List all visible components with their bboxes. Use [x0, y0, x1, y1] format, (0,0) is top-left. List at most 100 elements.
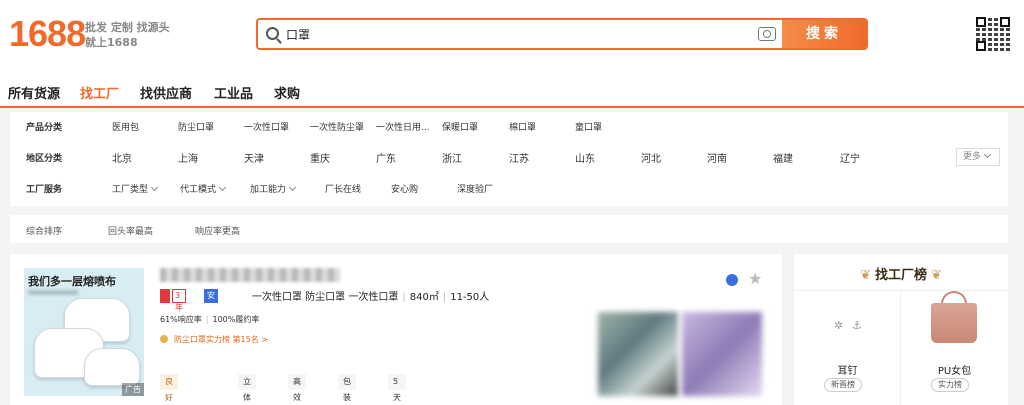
slogan: 批发 定制 找源头 就上1688 — [85, 20, 170, 50]
earring-image: ⚓ — [852, 319, 862, 332]
factory-ranking-panel: ❦ 找工厂榜 ❦ ✲ ⚓ 耳钉 新晋榜 PU女包 实力榜 — [794, 254, 1008, 405]
filter-row-category: 产品分类 医用包 防尘口罩 一次性口罩 一次性防尘罩 一次性日用... 保暖口罩… — [10, 112, 1008, 142]
factory-card[interactable]: 我们多一层熔喷布 广告 3年 安心购 一次性口罩 防尘口罩 一次性口罩 | 840㎡… — [10, 254, 782, 405]
header: 1688 批发 定制 找源头 就上1688 搜索 — [0, 0, 1024, 68]
main-product-tags: 一次性口罩 防尘口罩 一次性口罩 — [252, 292, 399, 303]
feature-chip: 高效防护 — [288, 374, 306, 402]
mask-image — [84, 348, 140, 386]
product-image[interactable]: 我们多一层熔喷布 广告 — [24, 268, 144, 396]
main-products: 一次性口罩 防尘口罩 一次性口罩 | 840㎡ | 11-50人 — [252, 292, 490, 303]
ranking-item-tag: 实力榜 — [931, 378, 969, 392]
feature-chip: 5天打样 — [388, 374, 406, 402]
product-thumbnail[interactable] — [682, 312, 762, 396]
category-item[interactable]: 棉口罩 — [509, 120, 536, 133]
product-image-caption: 我们多一层熔喷布 — [28, 275, 116, 288]
ranking-item[interactable]: ✲ ⚓ 耳钉 新晋榜 — [794, 290, 901, 405]
product-thumbnail[interactable] — [598, 312, 678, 396]
category-item[interactable]: 一次性日用... — [376, 120, 430, 133]
chevron-down-icon — [218, 183, 227, 192]
category-item[interactable]: 童口罩 — [575, 120, 602, 133]
sort-response[interactable]: 响应率更高 — [195, 224, 240, 237]
tab-find-supplier[interactable]: 找供应商 — [140, 83, 192, 102]
tab-purchase-request[interactable]: 求购 — [274, 83, 300, 102]
tab-find-factory[interactable]: 找工厂 — [80, 83, 119, 102]
region-item[interactable]: 天津 — [244, 150, 264, 165]
feature-chip: 包装吸塑 — [338, 374, 356, 402]
more-regions-button[interactable]: 更多 — [956, 148, 1000, 166]
filter-label-service: 工厂服务 — [26, 185, 63, 195]
search-icon — [266, 27, 279, 40]
factory-area: 840㎡ — [409, 292, 439, 303]
bag-image — [931, 303, 977, 343]
slogan-line-1: 批发 定制 找源头 — [85, 21, 170, 34]
laurel-icon: ❦ — [931, 268, 942, 283]
service-option[interactable]: 安心购 — [391, 182, 418, 195]
service-label: 工厂类型 — [112, 185, 149, 195]
region-item[interactable]: 河北 — [641, 150, 661, 165]
sort-default[interactable]: 综合排序 — [26, 224, 62, 237]
category-item[interactable]: 保暖口罩 — [442, 120, 478, 133]
main-nav: 所有货源 找工厂 找供应商 工业品 求购 — [0, 68, 1024, 108]
region-item[interactable]: 浙江 — [442, 150, 462, 165]
region-item[interactable]: 上海 — [178, 150, 198, 165]
fulfill-rate: 100%履约率 — [212, 315, 260, 324]
service-dropdown[interactable]: 代工模式 — [180, 182, 227, 195]
ranking-item-name: 耳钉 — [837, 366, 858, 377]
qr-corner — [976, 17, 986, 27]
qr-corner — [976, 41, 986, 51]
ranking-title[interactable]: ❦ 找工厂榜 ❦ — [794, 264, 1008, 283]
filter-row-service: 工厂服务 工厂类型 代工模式 加工能力 厂长在线 安心购 深度验厂 — [10, 174, 1008, 204]
slogan-line-2: 就上1688 — [85, 36, 138, 49]
category-item[interactable]: 防尘口罩 — [178, 120, 214, 133]
wangwang-chat-icon[interactable] — [726, 274, 738, 286]
region-item[interactable]: 辽宁 — [840, 150, 860, 165]
filter-panel: 产品分类 医用包 防尘口罩 一次性口罩 一次性防尘罩 一次性日用... 保暖口罩… — [10, 112, 1008, 206]
region-item[interactable]: 江苏 — [509, 150, 529, 165]
feature-chip: 良好的代发能力 — [160, 374, 178, 402]
sort-bar: 综合排序 回头率最高 响应率更高 — [10, 215, 1008, 243]
service-option[interactable]: 厂长在线 — [325, 182, 361, 195]
years-badge-text: 3年 — [175, 291, 183, 312]
ranking-item-tag: 新晋榜 — [824, 378, 862, 392]
category-item[interactable]: 一次性口罩 — [244, 120, 289, 133]
shield-icon — [160, 289, 170, 303]
chevron-down-icon — [288, 183, 297, 192]
region-item[interactable]: 福建 — [773, 150, 793, 165]
chevron-down-icon — [983, 150, 992, 159]
qr-corner — [1000, 17, 1010, 27]
tab-industrial[interactable]: 工业品 — [214, 83, 253, 102]
tab-all-sources[interactable]: 所有货源 — [8, 83, 60, 102]
filter-label-category: 产品分类 — [26, 123, 63, 133]
search-button[interactable]: 搜索 — [782, 20, 866, 48]
feature-chip: 立体口罩 — [238, 374, 256, 402]
rank-text: 防尘口罩实力榜 第15名 > — [174, 335, 268, 344]
region-item[interactable]: 河南 — [707, 150, 727, 165]
blurred-text — [28, 290, 78, 295]
camera-icon[interactable] — [758, 27, 776, 41]
favorite-star-icon[interactable]: ★ — [748, 269, 762, 288]
logo[interactable]: 1688 — [9, 14, 86, 54]
service-label: 代工模式 — [180, 185, 217, 195]
region-item[interactable]: 北京 — [112, 150, 132, 165]
company-name-blurred[interactable] — [160, 268, 340, 282]
earring-image: ✲ — [834, 319, 844, 332]
years-badge: 3年 — [172, 289, 186, 312]
region-item[interactable]: 重庆 — [310, 150, 330, 165]
service-dropdown[interactable]: 工厂类型 — [112, 182, 159, 195]
region-item[interactable]: 山东 — [575, 150, 595, 165]
ranking-item[interactable]: PU女包 实力榜 — [901, 290, 1008, 405]
service-dropdown[interactable]: 加工能力 — [250, 182, 297, 195]
response-rate: 61%响应率 — [160, 315, 202, 324]
category-item[interactable]: 医用包 — [112, 120, 139, 133]
ad-label: 广告 — [122, 383, 144, 396]
search-input[interactable] — [286, 25, 746, 43]
trust-badge: 安心购 — [204, 289, 218, 324]
service-label: 加工能力 — [250, 185, 287, 195]
category-item[interactable]: 一次性防尘罩 — [310, 120, 364, 133]
rank-link[interactable]: 防尘口罩实力榜 第15名 > — [160, 334, 268, 345]
chevron-down-icon — [150, 183, 159, 192]
ranking-item-name: PU女包 — [937, 366, 972, 377]
region-item[interactable]: 广东 — [376, 150, 396, 165]
sort-repurchase[interactable]: 回头率最高 — [108, 224, 153, 237]
service-option[interactable]: 深度验厂 — [457, 182, 493, 195]
